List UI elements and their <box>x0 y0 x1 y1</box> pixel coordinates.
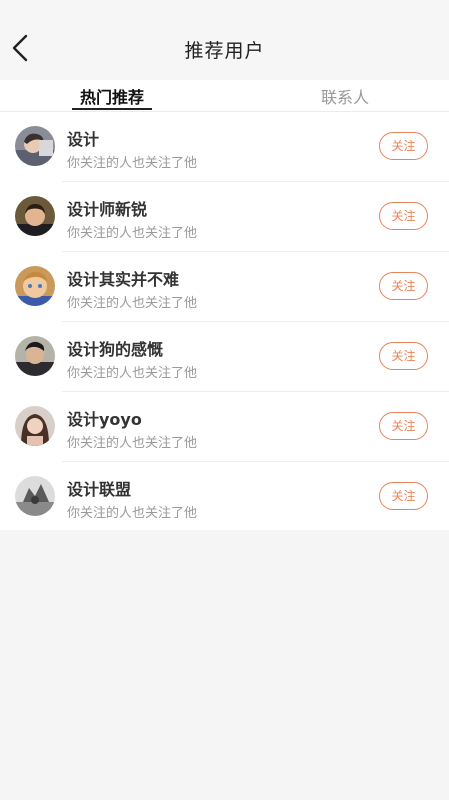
tab-contacts[interactable]: 联系人 <box>305 84 385 112</box>
user-subtitle: 你关注的人也关注了他 <box>67 366 198 381</box>
avatar[interactable] <box>15 126 55 166</box>
avatar[interactable] <box>15 266 55 306</box>
user-subtitle: 你关注的人也关注了他 <box>67 506 198 521</box>
recommended-users-screen: 推荐用户 热门推荐 联系人 设计 你关注的人也关注了他 关注 设计师新锐 你关注… <box>0 0 449 800</box>
follow-button[interactable]: 关注 <box>379 132 428 160</box>
avatar[interactable] <box>15 406 55 446</box>
user-subtitle: 你关注的人也关注了他 <box>67 296 198 311</box>
follow-button[interactable]: 关注 <box>379 412 428 440</box>
nav-header: 推荐用户 <box>0 0 449 80</box>
user-name: 设计狗的感慨 <box>67 340 164 359</box>
user-row[interactable]: 设计师新锐 你关注的人也关注了他 关注 <box>0 182 449 252</box>
user-list: 设计 你关注的人也关注了他 关注 设计师新锐 你关注的人也关注了他 关注 设计其… <box>0 112 449 530</box>
user-row[interactable]: 设计狗的感慨 你关注的人也关注了他 关注 <box>0 322 449 392</box>
user-name: 设计师新锐 <box>67 200 148 219</box>
user-subtitle: 你关注的人也关注了他 <box>67 156 198 171</box>
active-tab-indicator <box>72 108 152 110</box>
user-name: 设计 <box>67 130 100 149</box>
follow-button[interactable]: 关注 <box>379 482 428 510</box>
user-row[interactable]: 设计yoyo 你关注的人也关注了他 关注 <box>0 392 449 462</box>
user-name: 设计联盟 <box>67 480 132 499</box>
follow-button[interactable]: 关注 <box>379 202 428 230</box>
user-row[interactable]: 设计联盟 你关注的人也关注了他 关注 <box>0 462 449 532</box>
user-row[interactable]: 设计 你关注的人也关注了他 关注 <box>0 112 449 182</box>
user-row[interactable]: 设计其实并不难 你关注的人也关注了他 关注 <box>0 252 449 322</box>
user-subtitle: 你关注的人也关注了他 <box>67 436 198 451</box>
tab-bar: 热门推荐 联系人 <box>0 80 449 112</box>
avatar[interactable] <box>15 476 55 516</box>
page-title: 推荐用户 <box>184 40 265 62</box>
avatar[interactable] <box>15 336 55 376</box>
user-subtitle: 你关注的人也关注了他 <box>67 226 198 241</box>
follow-button[interactable]: 关注 <box>379 272 428 300</box>
avatar[interactable] <box>15 196 55 236</box>
user-name: 设计yoyo <box>67 410 142 429</box>
follow-button[interactable]: 关注 <box>379 342 428 370</box>
user-name: 设计其实并不难 <box>67 270 180 289</box>
